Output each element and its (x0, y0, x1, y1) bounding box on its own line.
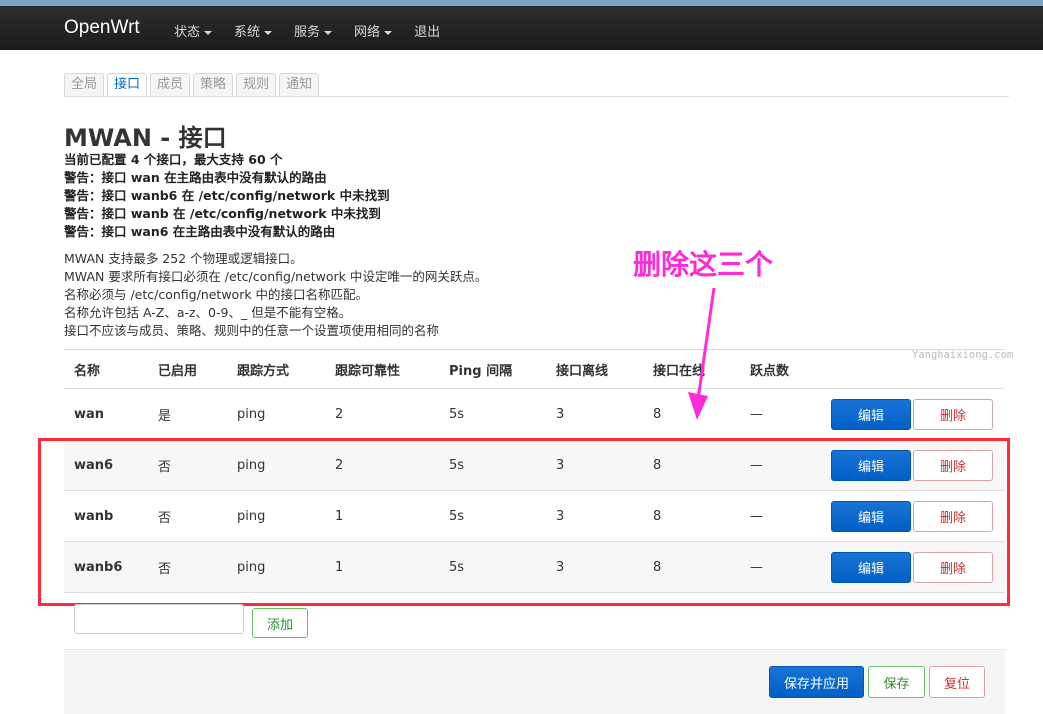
chevron-down-icon (384, 30, 393, 35)
col-track-method: 跟踪方式 (237, 363, 290, 379)
brand-logo[interactable]: OpenWrt (64, 17, 140, 39)
description-line: MWAN 要求所有接口必须在 /etc/config/network 中设定唯一… (64, 269, 488, 284)
tab-divider (64, 96, 1009, 97)
save-button[interactable]: 保存 (868, 666, 925, 698)
tab-global[interactable]: 全局 (64, 73, 105, 96)
col-metric: 跃点数 (750, 363, 790, 379)
description-line: 名称必须与 /etc/config/network 中的接口名称匹配。 (64, 287, 369, 302)
col-enabled: 已启用 (158, 363, 198, 379)
table-row: wan 是 ping 2 5s 3 8 — 编辑 删除 (64, 389, 1005, 440)
save-apply-button[interactable]: 保存并应用 (769, 666, 864, 698)
tab-policies[interactable]: 策略 (193, 73, 234, 96)
iface-metric: — (750, 406, 763, 422)
description-line: 接口不应该与成员、策略、规则中的任意一个设置项使用相同的名称 (64, 323, 440, 338)
tab-notify[interactable]: 通知 (279, 73, 320, 96)
iface-reliability: 2 (335, 406, 344, 422)
reset-button[interactable]: 复位 (929, 666, 985, 698)
description: MWAN 支持最多 252 个物理或逻辑接口。 MWAN 要求所有接口必须在 /… (64, 250, 487, 340)
tab-members[interactable]: 成员 (150, 73, 191, 96)
iface-enabled: 是 (158, 408, 172, 424)
delete-button[interactable]: 删除 (913, 399, 993, 430)
col-down: 接口离线 (556, 363, 609, 379)
notice-line: 警告：接口 wanb 在 /etc/config/network 中未找到 (64, 206, 381, 221)
new-interface-input[interactable] (74, 604, 244, 634)
description-line: MWAN 支持最多 252 个物理或逻辑接口。 (64, 251, 303, 266)
col-name: 名称 (74, 363, 101, 379)
chevron-down-icon (324, 30, 333, 35)
menu-logout[interactable]: 退出 (414, 21, 440, 40)
notice-line: 警告：接口 wanb6 在 /etc/config/network 中未找到 (64, 188, 390, 203)
col-ping-interval: Ping 间隔 (449, 363, 513, 379)
menu-services[interactable]: 服务 (294, 21, 333, 40)
table-header: 名称 已启用 跟踪方式 跟踪可靠性 Ping 间隔 接口离线 接口在线 跃点数 (64, 349, 1005, 389)
tab-rules[interactable]: 规则 (236, 73, 277, 96)
chevron-down-icon (264, 30, 273, 35)
iface-down: 3 (556, 406, 565, 422)
menu-system[interactable]: 系统 (234, 21, 273, 40)
annotation-highlight-box (38, 438, 1010, 606)
iface-name: wan (74, 406, 105, 422)
iface-track-method: ping (237, 406, 266, 422)
iface-up: 8 (653, 406, 662, 422)
watermark: Yanghaixiong.com (912, 349, 1014, 361)
notice-line: 当前已配置 4 个接口，最大支持 60 个 (64, 152, 283, 167)
main-menu: 状态 系统 服务 网络 退出 (174, 21, 462, 40)
notice-line: 警告：接口 wan6 在主路由表中没有默认的路由 (64, 224, 336, 239)
notice-line: 警告：接口 wan 在主路由表中没有默认的路由 (64, 170, 327, 185)
status-notices: 当前已配置 4 个接口，最大支持 60 个 警告：接口 wan 在主路由表中没有… (64, 151, 390, 241)
page-title: MWAN - 接口 (64, 124, 227, 152)
edit-button[interactable]: 编辑 (831, 399, 911, 430)
menu-network[interactable]: 网络 (354, 21, 393, 40)
annotation-text: 删除这三个 (633, 248, 774, 281)
chevron-down-icon (204, 30, 213, 35)
col-up: 接口在线 (653, 363, 706, 379)
add-button[interactable]: 添加 (252, 608, 308, 638)
description-line: 名称允许包括 A-Z、a-z、0-9、_ 但是不能有空格。 (64, 305, 352, 320)
iface-ping-interval: 5s (449, 406, 465, 422)
navbar: OpenWrt 状态 系统 服务 网络 退出 (0, 6, 1043, 50)
tab-interfaces[interactable]: 接口 (107, 73, 148, 96)
tab-bar: 全局 接口 成员 策略 规则 通知 (64, 73, 322, 96)
col-reliability: 跟踪可靠性 (335, 363, 401, 379)
menu-status[interactable]: 状态 (174, 21, 213, 40)
